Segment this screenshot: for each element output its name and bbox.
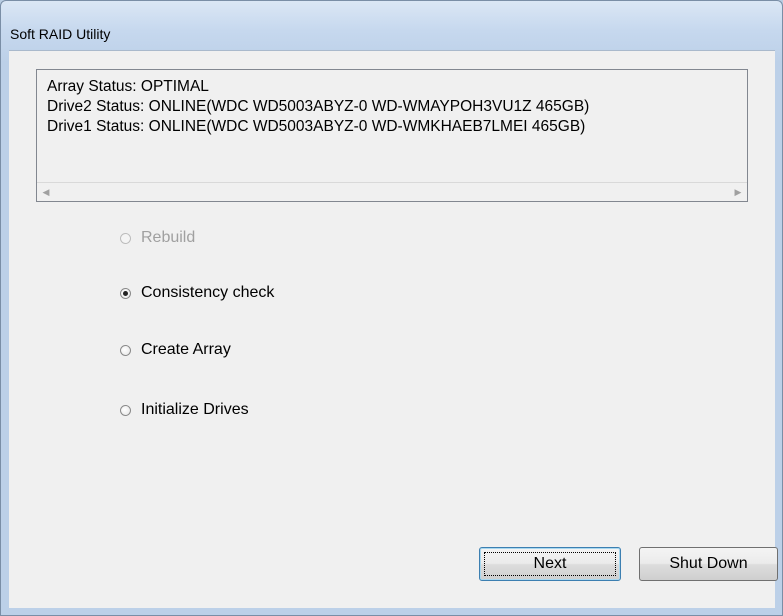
radio-button[interactable] [120,287,131,299]
app-window: Soft RAID Utility Array Status: OPTIMAL … [0,0,783,616]
array-status-line: Array Status: OPTIMAL [47,78,209,95]
scroll-left-icon[interactable]: ◀ [37,183,55,201]
title-bar[interactable]: Soft RAID Utility [9,11,774,51]
next-button[interactable]: Next [479,547,621,581]
window-title: Soft RAID Utility [10,26,111,42]
radio-button[interactable] [120,404,131,416]
focus-ring [484,552,616,576]
horizontal-scrollbar[interactable]: ◀ ▶ [37,182,747,201]
radio-option-rebuild[interactable]: Rebuild [120,227,195,249]
radio-option-create-array[interactable]: Create Array [120,339,231,361]
shut-down-button-label: Shut Down [669,555,748,572]
drive2-status-line: Drive2 Status: ONLINE(WDC WD5003ABYZ-0 W… [47,98,590,115]
radio-label: Consistency check [141,284,275,301]
scroll-right-icon[interactable]: ▶ [729,183,747,201]
drive1-status-line: Drive1 Status: ONLINE(WDC WD5003ABYZ-0 W… [47,118,586,135]
radio-option-initialize-drives[interactable]: Initialize Drives [120,399,249,421]
radio-label: Create Array [141,341,231,358]
radio-button[interactable] [120,232,131,244]
radio-button[interactable] [120,344,131,356]
status-list-box[interactable]: Array Status: OPTIMAL Drive2 Status: ONL… [36,69,748,202]
shut-down-button[interactable]: Shut Down [639,547,778,581]
radio-option-consistency-check[interactable]: Consistency check [120,282,274,304]
status-lines: Array Status: OPTIMAL Drive2 Status: ONL… [47,77,743,137]
radio-label: Rebuild [141,229,196,246]
dialog-client-area: Array Status: OPTIMAL Drive2 Status: ONL… [9,50,778,608]
radio-label: Initialize Drives [141,401,249,418]
